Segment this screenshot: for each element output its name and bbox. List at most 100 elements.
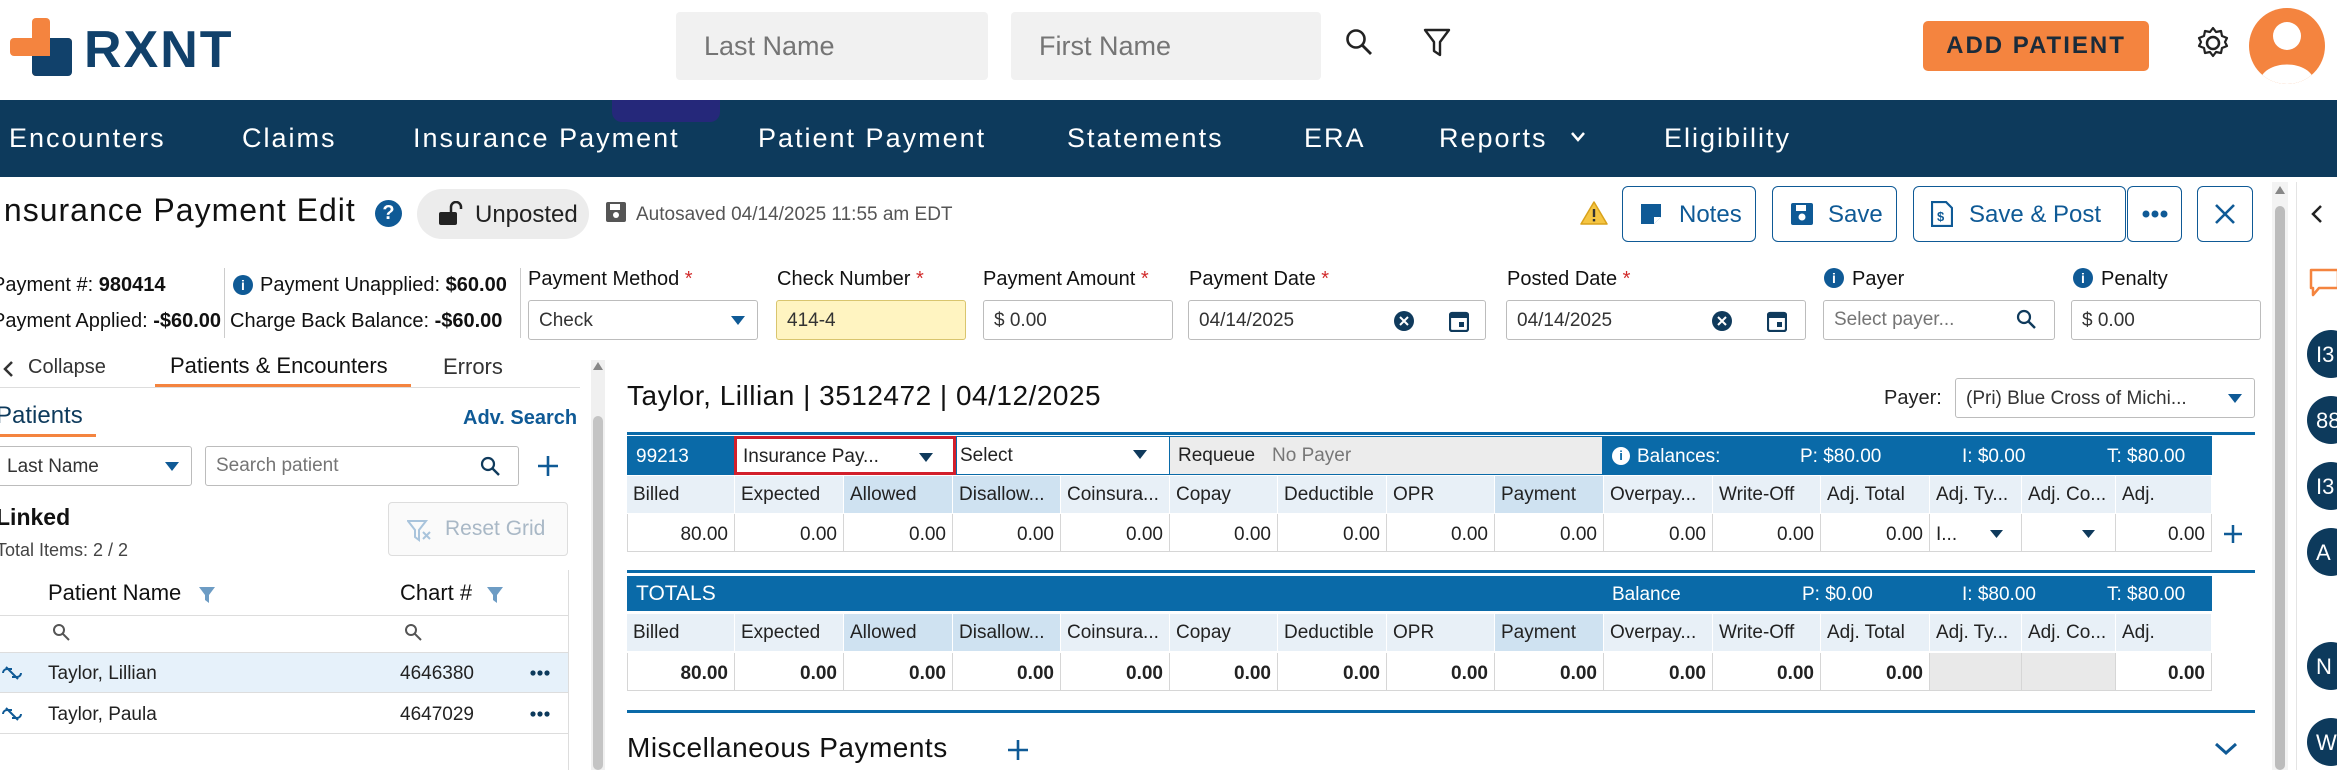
adj-type-select[interactable]: I... [1930, 514, 2022, 552]
scroll-up-icon[interactable] [593, 362, 603, 370]
sort-select[interactable]: Last Name [0, 446, 192, 486]
nav-encounters[interactable]: Encounters [9, 123, 166, 154]
overpayment-value[interactable]: 0.00 [1604, 514, 1713, 552]
warning-icon[interactable] [1580, 200, 1608, 226]
scroll-thumb[interactable] [593, 416, 603, 770]
more-options-button[interactable] [2127, 186, 2182, 242]
ellipsis-icon[interactable] [530, 711, 550, 717]
clear-icon[interactable] [1711, 310, 1733, 332]
nav-insurance-payment[interactable]: Insurance Payment [413, 123, 680, 154]
col-expected: Expected [735, 614, 844, 651]
add-icon[interactable] [1006, 738, 1030, 762]
left-scrollbar[interactable] [591, 360, 605, 770]
adj-value[interactable]: 0.00 [2116, 514, 2212, 552]
notes-button[interactable]: Notes [1622, 186, 1756, 242]
payment-amount-input[interactable]: $ 0.00 [983, 300, 1173, 340]
filter-icon[interactable] [486, 586, 504, 604]
reset-grid-button[interactable]: Reset Grid [388, 502, 568, 556]
payment-method-select[interactable]: Check [528, 300, 758, 340]
misc-payments-title[interactable]: Miscellaneous Payments [627, 732, 948, 764]
nav-statements[interactable]: Statements [1067, 123, 1224, 154]
help-icon[interactable]: ? [375, 200, 402, 227]
penalty-input[interactable]: $ 0.00 [2071, 300, 2261, 340]
avatar[interactable]: I3 [2307, 462, 2337, 510]
main-scrollbar[interactable] [2272, 182, 2288, 770]
expected-value[interactable]: 0.00 [735, 514, 844, 552]
calendar-icon[interactable] [1767, 310, 1787, 332]
chevron-left-icon[interactable] [2309, 204, 2323, 224]
tab-errors[interactable]: Errors [443, 354, 503, 380]
collapse-link[interactable]: Collapse [28, 356, 106, 379]
copay-value[interactable]: 0.00 [1170, 514, 1278, 552]
write-off-value[interactable]: 0.00 [1713, 514, 1821, 552]
balance-primary: P: $80.00 [1800, 446, 1882, 467]
search-icon[interactable] [480, 456, 500, 476]
link-icon[interactable] [0, 705, 24, 723]
link-icon[interactable] [0, 664, 24, 682]
adv-search-link[interactable]: Adv. Search [463, 407, 577, 430]
nav-era[interactable]: ERA [1304, 123, 1366, 154]
last-name-input[interactable] [676, 12, 988, 80]
totals-balance-label: Balance [1612, 584, 1681, 605]
adj-total-value[interactable]: 0.00 [1821, 514, 1930, 552]
billed-value[interactable]: 80.00 [627, 514, 735, 552]
check-number-input[interactable]: 414-4 [776, 300, 966, 340]
avatar[interactable]: 88 [2307, 396, 2337, 444]
clear-icon[interactable] [1393, 310, 1415, 332]
col-allowed: Allowed [844, 476, 953, 513]
nav-reports[interactable]: Reports [1439, 123, 1548, 154]
add-patient-button[interactable]: ADD PATIENT [1923, 21, 2149, 71]
chat-icon[interactable] [2309, 268, 2337, 298]
save-and-post-button[interactable]: $ Save & Post [1913, 186, 2126, 242]
posted-date-input[interactable]: 04/14/2025 [1506, 300, 1806, 340]
reset-grid-label: Reset Grid [445, 517, 546, 540]
filter-icon[interactable] [198, 586, 216, 604]
coinsurance-value[interactable]: 0.00 [1061, 514, 1170, 552]
col-chart-number[interactable]: Chart # [400, 580, 472, 606]
logo-text[interactable]: RXNT [84, 20, 234, 80]
avatar[interactable]: I3 [2307, 330, 2337, 378]
col-patient-name[interactable]: Patient Name [48, 580, 181, 606]
save-button[interactable]: Save [1772, 186, 1897, 242]
tab-patients-encounters[interactable]: Patients & Encounters [170, 353, 388, 379]
close-button[interactable] [2197, 186, 2253, 242]
column-search-icon[interactable] [52, 623, 70, 641]
search-icon[interactable] [1345, 28, 1373, 56]
opr-value[interactable]: 0.00 [1387, 514, 1495, 552]
add-icon[interactable] [537, 455, 559, 477]
payment-date-input[interactable]: 04/14/2025 [1188, 300, 1486, 340]
adjustment-select[interactable]: Select [957, 437, 1169, 474]
deductible-value[interactable]: 0.00 [1278, 514, 1387, 552]
first-name-input[interactable] [1011, 12, 1321, 80]
scroll-thumb[interactable] [2275, 206, 2285, 770]
nav-eligibility[interactable]: Eligibility [1664, 123, 1791, 154]
calendar-icon[interactable] [1449, 310, 1469, 332]
active-tab-indicator [612, 100, 720, 122]
allowed-value[interactable]: 0.00 [844, 514, 953, 552]
search-patient-input[interactable] [205, 446, 519, 486]
adj-code-select[interactable] [2022, 514, 2116, 552]
gear-icon[interactable] [2196, 26, 2230, 60]
avatar[interactable]: N [2307, 642, 2337, 690]
payer-select[interactable]: (Pri) Blue Cross of Michi... [1955, 378, 2255, 418]
avatar[interactable]: A [2307, 528, 2337, 576]
table-row[interactable]: Taylor, Lillian 4646380 [0, 653, 568, 693]
column-search-icon[interactable] [404, 623, 422, 641]
avatar[interactable]: W [2307, 718, 2337, 766]
chevron-down-icon[interactable] [1570, 131, 1586, 143]
ellipsis-icon[interactable] [530, 670, 550, 676]
chevron-left-icon[interactable] [2, 360, 14, 378]
table-row[interactable]: Taylor, Paula 4647029 [0, 694, 568, 734]
disallowed-value[interactable]: 0.00 [953, 514, 1061, 552]
nav-claims[interactable]: Claims [242, 123, 337, 154]
add-row-icon[interactable] [2223, 524, 2243, 544]
search-icon[interactable] [2016, 309, 2036, 329]
filter-icon[interactable] [1423, 28, 1451, 58]
nav-patient-payment[interactable]: Patient Payment [758, 123, 986, 154]
status-badge[interactable]: Unposted [417, 189, 589, 239]
payment-value[interactable]: 0.00 [1495, 514, 1604, 552]
user-avatar[interactable] [2249, 8, 2325, 84]
payment-type-select[interactable]: Insurance Pay... [734, 436, 956, 475]
chevron-down-icon[interactable] [2214, 742, 2238, 756]
scroll-up-icon[interactable] [2275, 186, 2285, 194]
